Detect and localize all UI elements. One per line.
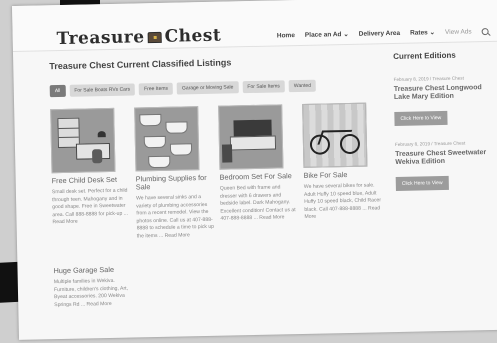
listings-grid: Free Child Desk Set Small desk set. Perf… (50, 102, 386, 308)
filter-garage-sale[interactable]: Garage or Moving Sale (176, 81, 239, 95)
listing-image[interactable] (302, 102, 368, 168)
filter-boats-rvs-cars[interactable]: For Sale Boats RVs Cars (69, 83, 136, 97)
listing-image[interactable] (134, 106, 200, 172)
post-title[interactable]: Treasure Chest Longwood Lake Mary Editio… (394, 84, 494, 102)
listing-title[interactable]: Plumbing Supplies for Sale (136, 173, 214, 191)
filter-wanted[interactable]: Wanted (288, 79, 317, 93)
listing-title[interactable]: Huge Garage Sale (53, 265, 131, 275)
category-filters: All For Sale Boats RVs Cars Free Items G… (49, 79, 317, 98)
nav-place-an-ad[interactable]: Place an Ad ⌄ (305, 30, 349, 39)
post-title[interactable]: Treasure Chest Sweetwater Wekiva Edition (395, 149, 495, 167)
listing-card[interactable]: Bike For Sale We have several bikes for … (302, 102, 382, 221)
main-nav: Home Place an Ad ⌄ Delivery Area Rates ⌄… (277, 27, 489, 39)
listing-title[interactable]: Bike For Sale (304, 170, 382, 180)
page-title: Treasure Chest Current Classified Listin… (49, 57, 232, 72)
listing-excerpt: Multiple families in Wekiva. Furniture, … (53, 277, 129, 308)
filter-for-sale-items[interactable]: For Sale Items (242, 80, 286, 94)
filter-free-items[interactable]: Free Items (138, 82, 174, 96)
site-header: Treasure Chest Home Place an Ad ⌄ Deliver… (12, 0, 497, 52)
web-page: Treasure Chest Home Place an Ad ⌄ Deliver… (12, 0, 497, 340)
listing-image[interactable] (218, 104, 284, 170)
logo-text-left: Treasure (56, 27, 145, 50)
listing-card[interactable]: Plumbing Supplies for Sale We have sever… (134, 106, 215, 241)
nav-view-ads[interactable]: View Ads (445, 28, 472, 36)
listing-title[interactable]: Free Child Desk Set (52, 175, 130, 185)
view-edition-button[interactable]: Click Here to View (394, 110, 448, 127)
post-meta: February 8, 2019 / Treasure Chest (393, 75, 464, 83)
search-icon[interactable] (481, 27, 489, 35)
edition-post: February 8, 2019 / Treasure Chest Treasu… (393, 75, 495, 127)
nav-delivery-area[interactable]: Delivery Area (359, 29, 400, 37)
nav-rates[interactable]: Rates ⌄ (410, 28, 435, 37)
listing-excerpt: Small desk set. Perfect for a child thro… (51, 187, 129, 226)
edition-post: February 8, 2019 / Treasure Chest Treasu… (395, 140, 496, 191)
listing-excerpt: Queen Bed with frame and dresser with 6 … (219, 184, 296, 222)
listing-card[interactable]: Free Child Desk Set Small desk set. Perf… (50, 107, 130, 227)
nav-home[interactable]: Home (277, 32, 295, 39)
view-edition-button[interactable]: Click Here to View (395, 175, 449, 191)
listing-image[interactable] (50, 107, 116, 174)
listing-title[interactable]: Bedroom Set For Sale (220, 171, 298, 182)
listing-excerpt: We have several bikes for sale. Adult Hu… (303, 182, 382, 220)
listing-card[interactable]: Bedroom Set For Sale Queen Bed with fram… (218, 104, 298, 223)
post-meta: February 8, 2019 / Treasure Chest (394, 140, 466, 148)
listing-excerpt: We have several sinks and a variety of p… (135, 194, 215, 239)
sidebar-title: Current Editions (393, 50, 456, 62)
logo-text-right: Chest (164, 25, 222, 47)
treasure-chest-icon (147, 31, 162, 44)
sidebar: Current Editions February 8, 2019 / Trea… (393, 50, 496, 191)
site-logo[interactable]: Treasure Chest (56, 26, 221, 49)
filter-all[interactable]: All (49, 84, 66, 98)
listing-card[interactable]: Huge Garage Sale Multiple families in We… (53, 262, 132, 310)
